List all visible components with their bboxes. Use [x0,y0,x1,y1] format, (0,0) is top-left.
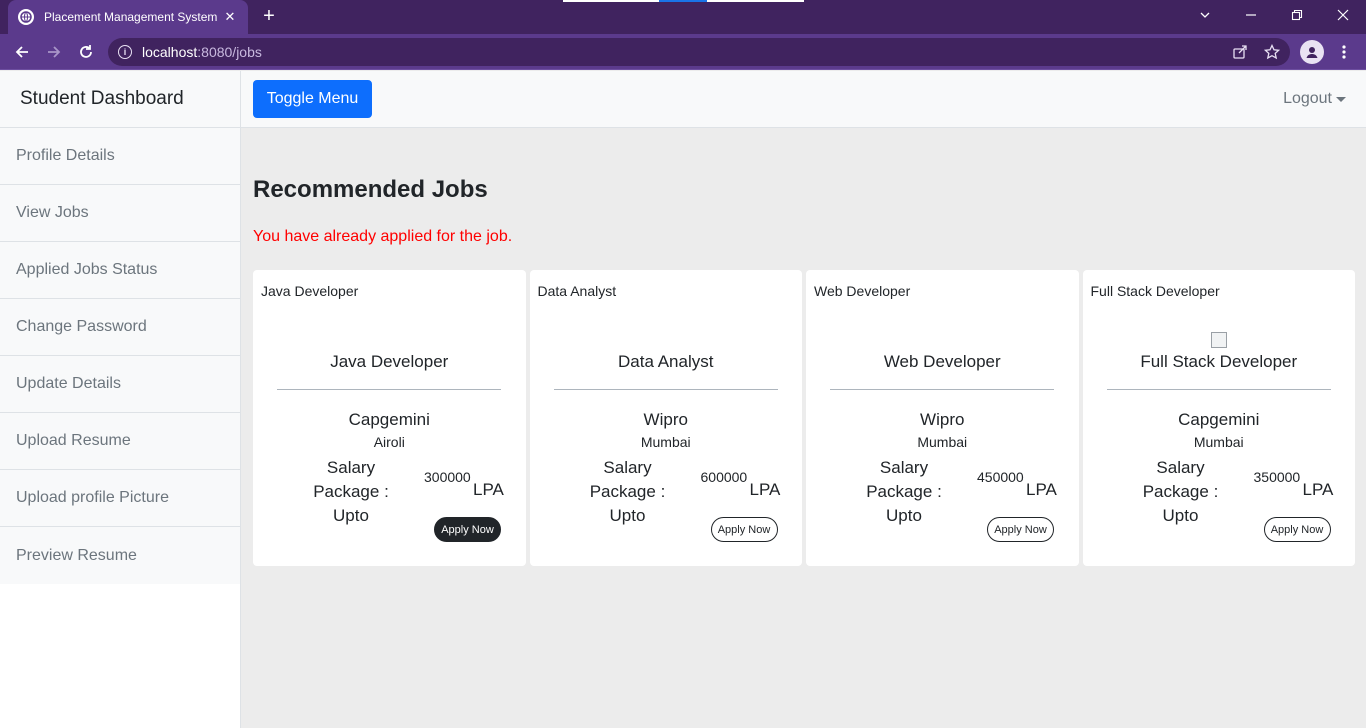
job-location: Mumbai [640,434,691,450]
salary-label: Salary Package : Upto [866,458,942,525]
salary-value: 300000 [424,469,471,485]
salary-label: Salary Package : Upto [589,458,666,525]
bookmark-star-icon[interactable] [1264,44,1280,60]
globe-icon [18,9,34,25]
browser-toolbar: i localhost:8080/jobs [0,34,1366,70]
salary-label: Salary Package : Upto [1142,458,1219,525]
tabstrip-indicator [659,0,707,2]
apply-now-button[interactable]: Apply Now [710,517,778,542]
sidebar-item-upload-profile-picture[interactable]: Upload profile Picture [0,470,240,527]
company-name: Capgemini [348,410,430,429]
url-path: :8080/jobs [197,44,262,60]
forward-arrow-icon[interactable] [42,40,66,64]
sidebar-item-applied-jobs-status[interactable]: Applied Jobs Status [0,242,240,299]
card-header: Data Analyst [537,283,617,299]
tab-close-icon[interactable]: ✕ [222,9,238,25]
sidebar: Student Dashboard Profile Details View J… [0,71,241,728]
sidebar-heading: Student Dashboard [0,71,240,128]
job-location: Airoli [373,434,405,450]
salary-label: Salary Package : Upto [313,458,389,525]
minimize-icon[interactable] [1228,0,1274,30]
new-tab-button[interactable]: + [258,6,280,28]
sidebar-item-update-details[interactable]: Update Details [0,356,240,413]
job-location: Mumbai [917,434,968,450]
salary-value: 600000 [700,469,748,485]
url-host: localhost [142,44,198,60]
site-info-icon[interactable]: i [118,45,132,59]
broken-image-icon [1210,332,1227,348]
caret-down-icon [1336,96,1346,102]
restore-icon[interactable] [1274,0,1320,30]
sidebar-item-change-password[interactable]: Change Password [0,299,240,356]
profile-avatar-icon[interactable] [1300,40,1324,64]
card-header: Java Developer [261,283,359,299]
salary-unit: LPA [1302,480,1334,499]
sidebar-item-profile-details[interactable]: Profile Details [0,128,240,185]
job-card: Web Developer Web Developer Wipro Mumbai… [806,270,1079,566]
tabstrip-indicator [707,0,804,2]
salary-unit: LPA [473,480,504,499]
toggle-menu-button[interactable]: Toggle Menu [253,80,372,118]
logout-label: Logout [1283,90,1332,107]
card-header: Web Developer [814,283,911,299]
apply-now-button[interactable]: Apply Now [987,517,1054,542]
job-card: Full Stack Developer Full Stack Develope… [1082,270,1355,566]
top-navbar: Toggle Menu Logout [241,71,1366,128]
url-text: localhost:8080/jobs [142,44,262,60]
salary-value: 450000 [977,469,1024,485]
browser-menu-icon[interactable] [1336,40,1352,64]
divider [830,389,1054,390]
apply-now-button[interactable]: Apply Now [1263,517,1331,542]
sidebar-item-view-jobs[interactable]: View Jobs [0,185,240,242]
job-title: Java Developer [330,352,449,371]
divider [277,389,501,390]
tabstrip-indicator [563,0,659,2]
applied-alert-message: You have already applied for the job. [253,228,513,245]
share-icon[interactable] [1232,44,1248,60]
browser-tab-strip: Placement Management System ✕ + [0,0,1366,34]
back-arrow-icon[interactable] [10,40,34,64]
reload-icon[interactable] [74,40,98,64]
sidebar-item-upload-resume[interactable]: Upload Resume [0,413,240,470]
apply-now-button[interactable]: Apply Now [434,517,501,542]
divider [553,389,778,390]
company-name: Capgemini [1178,410,1260,429]
salary-unit: LPA [749,480,781,499]
logout-dropdown[interactable]: Logout [1283,90,1346,108]
tab-search-chevron-icon[interactable] [1182,0,1228,30]
salary-unit: LPA [1026,480,1057,499]
job-location: Mumbai [1193,434,1244,450]
sidebar-item-preview-resume[interactable]: Preview Resume [0,527,240,584]
job-title: Data Analyst [618,352,714,371]
address-bar[interactable]: i localhost:8080/jobs [108,38,1290,66]
job-cards: Java Developer Java Developer Capgemini … [253,270,1355,566]
job-card: Data Analyst Data Analyst Wipro Mumbai S… [529,270,802,566]
close-window-icon[interactable] [1320,0,1366,30]
company-name: Wipro [643,410,688,429]
tab-title: Placement Management System [44,10,218,24]
browser-tab[interactable]: Placement Management System ✕ [8,0,248,34]
salary-value: 350000 [1253,469,1301,485]
company-name: Wipro [920,410,965,429]
card-header: Full Stack Developer [1090,283,1220,299]
job-card: Java Developer Java Developer Capgemini … [253,270,526,566]
job-title: Web Developer [883,352,1001,371]
job-title: Full Stack Developer [1140,352,1298,371]
page-title: Recommended Jobs [253,176,488,203]
divider [1106,389,1331,390]
